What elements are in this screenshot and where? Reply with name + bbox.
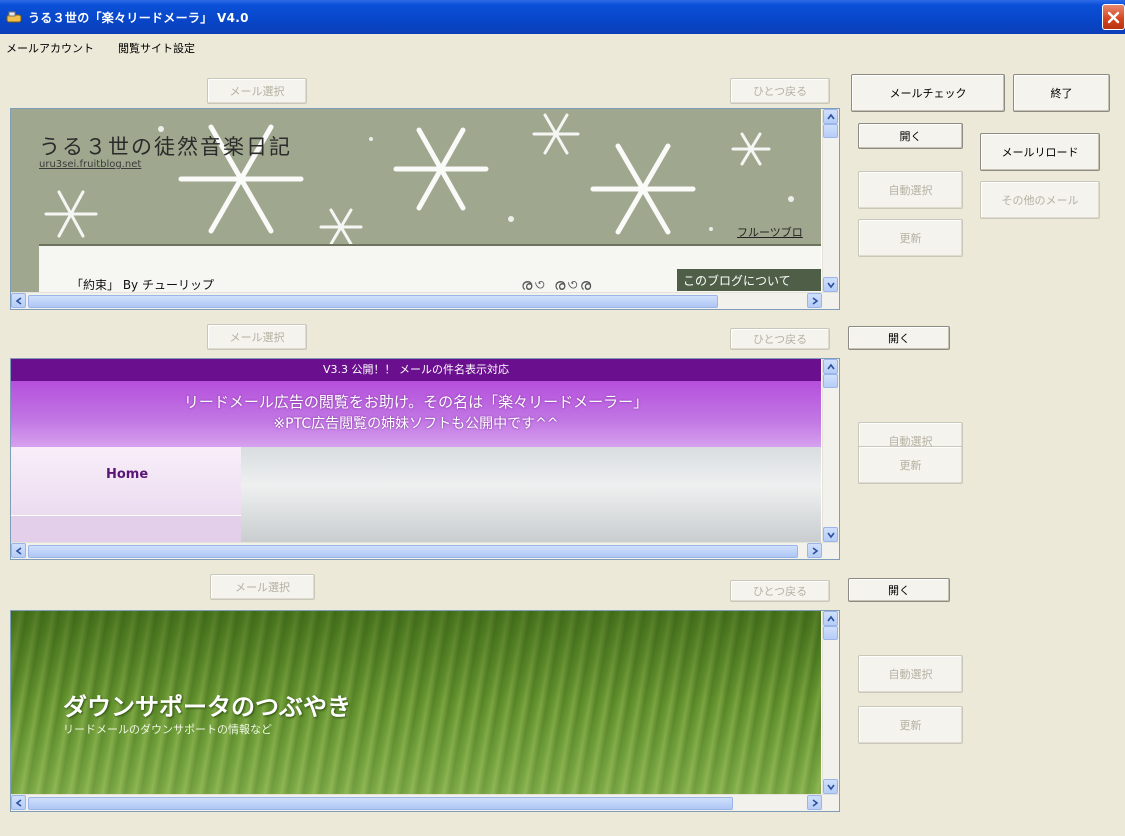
- menu-mail-account[interactable]: メールアカウント: [6, 40, 94, 56]
- site-subtitle: リードメールのダウンサポートの情報など: [63, 723, 272, 736]
- close-button[interactable]: [1102, 4, 1125, 30]
- ornament-decoration: ര৩ ര৩ര: [521, 275, 594, 294]
- scroll-left-button[interactable]: [11, 293, 26, 308]
- update-button-2[interactable]: 更新: [858, 446, 963, 484]
- scroll-up-button[interactable]: [823, 611, 838, 626]
- scroll-thumb[interactable]: [823, 626, 838, 640]
- arrow-down-icon: [827, 784, 835, 791]
- app-icon: [6, 11, 22, 23]
- scroll-down-button[interactable]: [823, 527, 838, 542]
- scroll-left-button[interactable]: [11, 543, 26, 558]
- arrow-left-icon: [15, 297, 22, 305]
- auto-select-button-1[interactable]: 自動選択: [858, 171, 963, 209]
- scroll-right-button[interactable]: [807, 795, 822, 810]
- snowflake-decoration: [44, 113, 794, 246]
- vertical-scrollbar-1[interactable]: [822, 109, 839, 292]
- banner-line-1: リードメール広告の閲覧をお助け。その名は「楽々リードメーラー」: [183, 393, 649, 411]
- banner-line-2: ※PTC広告閲覧の姉妹ソフトも公開中です^^: [273, 416, 559, 432]
- mail-check-button[interactable]: メールチェック: [851, 74, 1005, 112]
- scroll-down-button[interactable]: [823, 779, 838, 794]
- nav-next-item[interactable]: [11, 515, 241, 544]
- horizontal-scrollbar-3[interactable]: [11, 794, 839, 811]
- auto-select-button-3[interactable]: 自動選択: [858, 655, 963, 693]
- pane1-content: うる３世の徒然音楽日記 uru3sei.fruitblog.net フルーツブロ…: [11, 109, 821, 294]
- back-one-button-2[interactable]: ひとつ戻る: [730, 328, 830, 350]
- arrow-up-icon: [827, 363, 835, 370]
- horizontal-scroll-thumb[interactable]: [28, 797, 733, 810]
- nav-home-link[interactable]: Home: [106, 467, 148, 482]
- title-bar[interactable]: うる３世の「楽々リードメーラ」 V4.0: [0, 0, 1125, 34]
- browser-pane-3[interactable]: ダウンサポータのつぶやき リードメールのダウンサポートの情報など: [10, 610, 840, 812]
- open-button-1[interactable]: 開く: [858, 123, 963, 149]
- mail-select-button-2[interactable]: メール選択: [207, 324, 307, 350]
- arrow-right-icon: [812, 297, 819, 305]
- horizontal-scrollbar-2[interactable]: [11, 542, 839, 559]
- about-blog-tab[interactable]: このブログについて: [677, 269, 821, 291]
- arrow-right-icon: [812, 547, 819, 555]
- announcement-bar: V3.3 公開！！ メールの件名表示対応: [11, 359, 821, 381]
- arrow-right-icon: [812, 799, 819, 807]
- pane2-content: V3.3 公開！！ メールの件名表示対応 リードメール広告の閲覧をお助け。その名…: [11, 359, 821, 544]
- song-title: 「約束」 By チューリップ: [71, 278, 214, 292]
- mail-reload-button[interactable]: メールリロード: [980, 133, 1100, 171]
- scroll-thumb[interactable]: [823, 124, 838, 138]
- back-one-button-1[interactable]: ひとつ戻る: [730, 78, 830, 104]
- arrow-down-icon: [827, 282, 835, 289]
- menu-site-settings[interactable]: 閲覧サイト設定: [118, 40, 195, 56]
- scroll-up-button[interactable]: [823, 359, 838, 374]
- browser-pane-1[interactable]: うる３世の徒然音楽日記 uru3sei.fruitblog.net フルーツブロ…: [10, 108, 840, 310]
- other-mail-button[interactable]: その他のメール: [980, 181, 1100, 219]
- scroll-left-button[interactable]: [11, 795, 26, 810]
- exit-button[interactable]: 終了: [1013, 74, 1110, 112]
- horizontal-scroll-thumb[interactable]: [28, 295, 718, 308]
- horizontal-scroll-thumb[interactable]: [28, 545, 798, 558]
- pane3-content: ダウンサポータのつぶやき リードメールのダウンサポートの情報など: [11, 611, 821, 796]
- window-title: うる３世の「楽々リードメーラ」 V4.0: [28, 11, 249, 25]
- blog-title: うる３世の徒然音楽日記: [39, 135, 292, 159]
- arrow-up-icon: [827, 113, 835, 120]
- arrow-left-icon: [15, 547, 22, 555]
- site-banner: リードメール広告の閲覧をお助け。その名は「楽々リードメーラー」 ※PTC広告閲覧…: [11, 381, 821, 447]
- arrow-up-icon: [827, 615, 835, 622]
- browser-pane-2[interactable]: V3.3 公開！！ メールの件名表示対応 リードメール広告の閲覧をお助け。その名…: [10, 358, 840, 560]
- open-button-2[interactable]: 開く: [848, 326, 950, 350]
- scroll-right-button[interactable]: [807, 543, 822, 558]
- arrow-down-icon: [827, 532, 835, 539]
- back-one-button-3[interactable]: ひとつ戻る: [730, 580, 830, 602]
- vertical-scrollbar-3[interactable]: [822, 611, 839, 794]
- scroll-right-button[interactable]: [807, 293, 822, 308]
- scroll-thumb[interactable]: [823, 374, 838, 388]
- mail-select-button-3[interactable]: メール選択: [210, 574, 315, 600]
- blog-url[interactable]: uru3sei.fruitblog.net: [39, 159, 141, 170]
- close-icon: [1107, 11, 1120, 24]
- site-title: ダウンサポータのつぶやき: [63, 693, 351, 721]
- scroll-up-button[interactable]: [823, 109, 838, 124]
- vertical-scrollbar-2[interactable]: [822, 359, 839, 542]
- mail-select-button-1[interactable]: メール選択: [207, 78, 307, 104]
- header-image: [241, 447, 821, 544]
- update-button-3[interactable]: 更新: [858, 706, 963, 744]
- scroll-down-button[interactable]: [823, 277, 838, 292]
- open-button-3[interactable]: 開く: [848, 578, 950, 602]
- update-button-1[interactable]: 更新: [858, 219, 963, 257]
- main-window: うる３世の「楽々リードメーラ」 V4.0 メールアカウント 閲覧サイト設定 メー…: [0, 0, 1125, 836]
- fruitblog-link[interactable]: フルーツブロ: [737, 224, 803, 240]
- menu-bar: メールアカウント 閲覧サイト設定: [0, 34, 1125, 58]
- horizontal-scrollbar-1[interactable]: [11, 292, 839, 309]
- arrow-left-icon: [15, 799, 22, 807]
